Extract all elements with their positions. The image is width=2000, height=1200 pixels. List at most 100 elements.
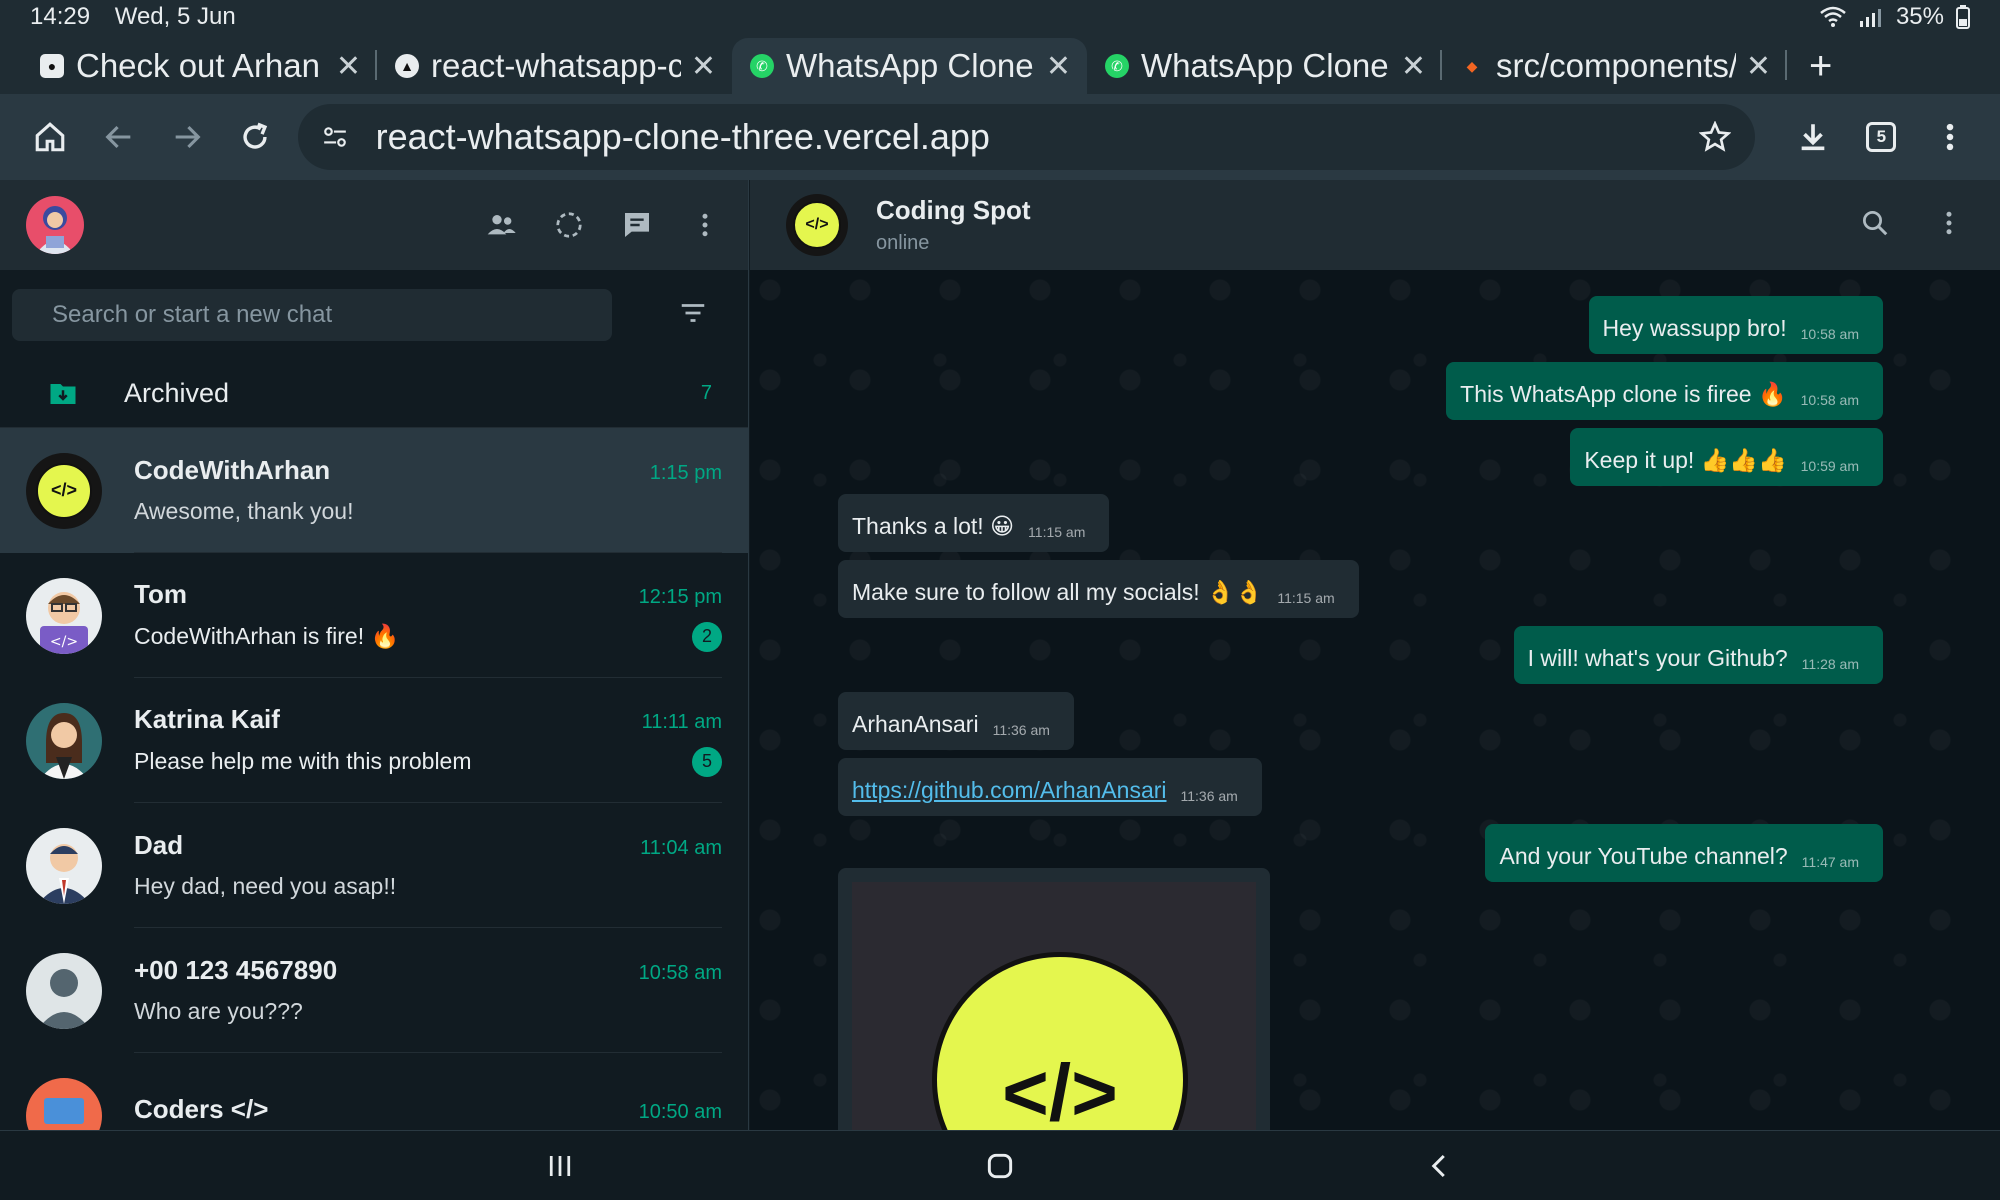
message-list: Hey wassupp bro! 10:58 am This WhatsApp … [750, 270, 2000, 1130]
chat-last-message: Awesome, thank you! [134, 498, 354, 524]
tab-whatsapp-clone-active[interactable]: ✆ WhatsApp Clone ✕ [732, 38, 1087, 94]
chevron-left-icon [1431, 1154, 1445, 1177]
conversation-status: online [876, 232, 930, 254]
chat-time: 10:50 am [638, 1100, 722, 1123]
message-link[interactable]: https://github.com/ArhanAnsari [852, 777, 1167, 804]
search-row: Search or start a new chat [0, 270, 748, 360]
download-icon [1801, 124, 1825, 151]
message-text: And your YouTube channel? [1499, 843, 1788, 869]
browser-menu-button[interactable] [1916, 102, 1984, 172]
forward-button[interactable] [153, 102, 221, 172]
message-text: Hey wassupp bro! [1602, 315, 1787, 341]
close-icon[interactable]: ✕ [1046, 49, 1071, 84]
tab-vercel[interactable]: ▲ react-whatsapp-clo ✕ [377, 38, 732, 94]
back-nav-button[interactable] [1410, 1136, 1470, 1196]
arrow-left-icon [105, 125, 130, 149]
chat-name: Tom [134, 578, 187, 609]
battery-icon [1956, 5, 1970, 29]
filter-button[interactable] [678, 298, 708, 333]
message-outgoing[interactable]: I will! what's your Github? 11:28 am [1513, 626, 1883, 684]
back-button[interactable] [84, 102, 152, 172]
chat-item-katrina-kaif[interactable]: Katrina Kaif 11:11 am Please help me wit… [0, 678, 748, 803]
whatsapp-icon: ✆ [1105, 54, 1129, 78]
message-time: 11:47 am [1801, 854, 1859, 870]
archive-icon [50, 383, 76, 404]
search-button[interactable] [1860, 208, 1890, 243]
conversation-header[interactable]: </> Coding Spot online [750, 180, 2000, 270]
conversation-pane: </> Coding Spot online Hey wassupp bro! … [750, 180, 2000, 1130]
sidebar-header [0, 180, 748, 270]
archived-row[interactable]: Archived 7 [0, 360, 748, 428]
chat-item-tom[interactable]: </> Tom 12:15 pm CodeWithArhan is fire! … [0, 553, 748, 678]
message-incoming[interactable]: Make sure to follow all my socials! 👌👌 1… [838, 560, 1359, 618]
close-icon[interactable]: ✕ [691, 49, 716, 84]
conversation-avatar[interactable]: </> [786, 194, 848, 256]
search-input[interactable]: Search or start a new chat [12, 289, 612, 341]
archived-label: Archived [124, 378, 230, 408]
sidebar-menu-button[interactable] [688, 208, 722, 242]
message-time: 11:28 am [1801, 656, 1859, 672]
message-time: 11:15 am [1277, 590, 1335, 606]
message-outgoing[interactable]: This WhatsApp clone is firee 🔥 10:58 am [1446, 362, 1883, 420]
chat-item-body: CodeWithArhan 1:15 pm Awesome, thank you… [134, 428, 722, 553]
more-vert-icon [702, 213, 708, 237]
tab-github[interactable]: ● Check out Arhan Ta ✕ [22, 38, 377, 94]
chat-item-top: Katrina Kaif 11:11 am [134, 704, 722, 735]
message-icon [625, 213, 649, 237]
tab-whatsapp-clone[interactable]: ✆ WhatsApp Clone ✕ [1087, 38, 1442, 94]
tab-title: Check out Arhan Ta [76, 47, 326, 84]
chat-item-unknown-number[interactable]: +00 123 4567890 10:58 am Who are you??? [0, 928, 748, 1053]
site-settings-icon[interactable] [322, 124, 348, 150]
chat-item-codewitharhan[interactable]: </> CodeWithArhan 1:15 pm Awesome, thank… [0, 428, 748, 553]
battery-level: 35% [1895, 3, 1944, 30]
new-chat-button[interactable] [620, 208, 654, 242]
tab-source[interactable]: ◆ src/components/P ✕ [1442, 38, 1787, 94]
conversation-menu-button[interactable] [1934, 208, 1964, 243]
message-image[interactable]: </> [838, 868, 1270, 1130]
chat-time: 12:15 pm [638, 585, 722, 608]
message-outgoing[interactable]: Hey wassupp bro! 10:58 am [1588, 296, 1883, 354]
reload-button[interactable] [221, 102, 289, 172]
wifi-icon [1820, 6, 1846, 27]
message-outgoing[interactable]: And your YouTube channel? 11:47 am [1485, 824, 1883, 882]
tab-title: react-whatsapp-clo [431, 47, 681, 84]
signal-icon [1859, 9, 1881, 27]
new-tab-button[interactable]: + [1787, 38, 1854, 94]
communities-icon [487, 215, 516, 235]
recent-apps-button[interactable] [530, 1136, 590, 1196]
home-circle-icon [987, 1153, 1013, 1178]
chat-item-coders[interactable]: Coders </> 10:50 am [0, 1053, 748, 1130]
message-incoming[interactable]: Thanks a lot! 😀 11:15 am [838, 494, 1110, 552]
chat-item-dad[interactable]: Dad 11:04 am Hey dad, need you asap!! [0, 803, 748, 928]
message-incoming[interactable]: ArhanAnsari 11:36 am [838, 692, 1074, 750]
chat-item-body: Tom 12:15 pm CodeWithArhan is fire! 🔥 2 [134, 553, 722, 678]
search-icon [1863, 210, 1888, 235]
message-text: This WhatsApp clone is firee 🔥 [1460, 381, 1787, 407]
unread-badge: 5 [692, 746, 722, 777]
home-button[interactable] [16, 102, 84, 172]
chat-name: CodeWithArhan [134, 455, 331, 485]
conversation-actions [1860, 208, 1964, 243]
chat-name: Katrina Kaif [134, 703, 280, 734]
chat-item-bottom: Awesome, thank you! [134, 498, 722, 525]
message-outgoing[interactable]: Keep it up! 👍👍👍 10:59 am [1570, 428, 1883, 486]
address-bar[interactable]: react-whatsapp-clone-three.vercel.app [297, 104, 1755, 170]
whatsapp-icon: ✆ [750, 54, 774, 78]
profile-avatar[interactable] [26, 196, 84, 254]
status-button[interactable] [552, 208, 586, 242]
close-icon[interactable]: ✕ [336, 49, 361, 84]
chat-time: 11:04 am [640, 837, 722, 859]
url-text[interactable]: react-whatsapp-clone-three.vercel.app [376, 116, 1699, 158]
communities-button[interactable] [484, 208, 518, 242]
default-avatar-icon [38, 968, 90, 1029]
search-placeholder: Search or start a new chat [52, 301, 333, 328]
close-icon[interactable]: ✕ [1401, 49, 1426, 84]
message-incoming[interactable]: https://github.com/ArhanAnsari 11:36 am [838, 758, 1262, 816]
chat-item-body: Katrina Kaif 11:11 am Please help me wit… [134, 678, 722, 803]
star-icon[interactable] [1698, 121, 1731, 153]
home-nav-button[interactable] [970, 1136, 1030, 1196]
tab-switcher-button[interactable]: 5 [1847, 102, 1915, 172]
download-button[interactable] [1779, 102, 1847, 172]
home-icon [35, 122, 65, 152]
close-icon[interactable]: ✕ [1746, 49, 1771, 84]
